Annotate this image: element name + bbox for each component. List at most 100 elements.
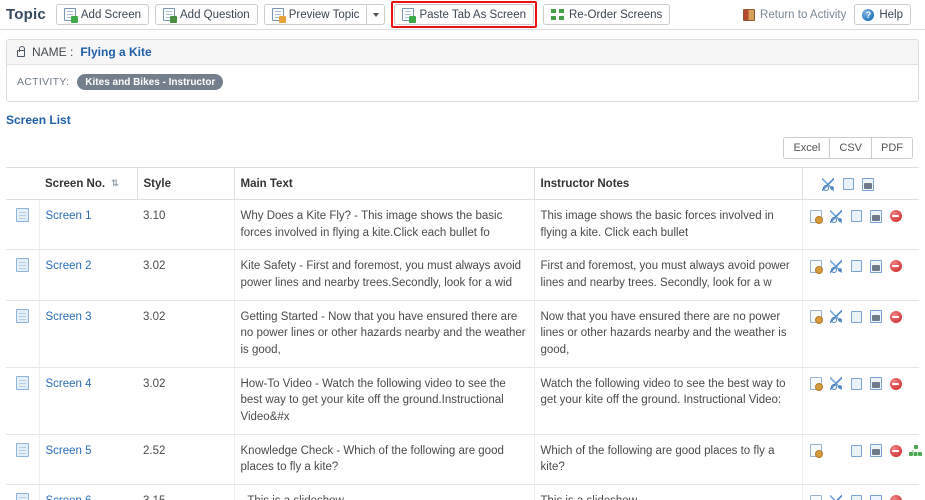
table-row: Screen 4 3.02 How-To Video - Watch the fol… bbox=[6, 366, 919, 435]
slot bbox=[909, 444, 923, 458]
screen-link[interactable]: Screen 2 bbox=[46, 260, 92, 272]
delete-icon[interactable] bbox=[889, 260, 902, 273]
row-page-icon-cell bbox=[6, 198, 40, 250]
slot bbox=[869, 444, 883, 458]
instructor-notes-cell: Watch the following video to see the bes… bbox=[534, 366, 803, 435]
preview-topic-label: Preview Topic bbox=[288, 8, 360, 21]
row-page-icon-cell bbox=[6, 484, 40, 500]
delete-icon[interactable] bbox=[889, 310, 902, 323]
cut-icon[interactable] bbox=[821, 177, 834, 191]
delete-icon[interactable] bbox=[889, 210, 902, 222]
cut-icon[interactable] bbox=[829, 310, 842, 324]
delete-icon[interactable] bbox=[889, 444, 902, 457]
page-title: Topic bbox=[6, 6, 46, 23]
paste-tab-as-screen-highlight: Paste Tab As Screen bbox=[391, 1, 537, 28]
paste-icon[interactable] bbox=[869, 494, 882, 500]
page-icon[interactable] bbox=[15, 308, 29, 323]
screen-link[interactable]: Screen 6 bbox=[46, 495, 92, 500]
add-screen-button[interactable]: Add Screen bbox=[55, 4, 149, 25]
table-row: Screen 3 3.02 Getting Started - Now that y… bbox=[6, 299, 919, 368]
export-excel-button[interactable]: Excel bbox=[783, 137, 830, 159]
header-bulk-actions bbox=[809, 176, 914, 191]
slot bbox=[821, 177, 835, 191]
preview-topic-group: Preview Topic bbox=[263, 4, 386, 25]
main-text-cell: Kite Safety - First and foremost, you mu… bbox=[234, 249, 535, 301]
add-question-button[interactable]: Add Question bbox=[155, 4, 258, 25]
slot bbox=[861, 177, 875, 191]
delete-icon[interactable] bbox=[889, 495, 902, 500]
column-header-style[interactable]: Style bbox=[137, 167, 235, 200]
book-icon bbox=[743, 8, 756, 21]
preview-icon[interactable] bbox=[809, 444, 823, 459]
slot bbox=[909, 377, 923, 391]
cut-icon[interactable] bbox=[829, 494, 842, 500]
cut-icon[interactable] bbox=[829, 259, 842, 273]
copy-icon[interactable] bbox=[849, 442, 862, 457]
paste-icon[interactable] bbox=[869, 259, 882, 273]
screen-no-cell: Screen 2 bbox=[39, 249, 137, 301]
screen-link[interactable]: Screen 4 bbox=[46, 378, 92, 390]
return-to-activity-link[interactable]: Return to Activity bbox=[743, 8, 846, 21]
paste-icon[interactable] bbox=[869, 377, 882, 391]
screen-list-head: Screen No. ⇅ Style Main Text Instructor N… bbox=[6, 167, 919, 200]
row-actions bbox=[809, 208, 914, 224]
help-button[interactable]: ? Help bbox=[854, 4, 911, 25]
paste-icon[interactable] bbox=[869, 209, 882, 223]
slot bbox=[841, 176, 855, 191]
preview-topic-button[interactable]: Preview Topic bbox=[263, 4, 368, 25]
delete-icon[interactable] bbox=[889, 377, 902, 390]
activity-label: ACTIVITY: bbox=[17, 76, 70, 88]
preview-icon[interactable] bbox=[809, 377, 823, 392]
instructor-notes-cell: First and foremost, you must always avoi… bbox=[534, 249, 803, 301]
copy-icon[interactable] bbox=[849, 308, 862, 323]
slot bbox=[809, 377, 823, 392]
screen-link[interactable]: Screen 3 bbox=[46, 311, 92, 323]
copy-icon[interactable] bbox=[841, 176, 854, 190]
slot bbox=[909, 209, 923, 223]
cut-icon[interactable] bbox=[829, 377, 842, 391]
re-order-screens-button[interactable]: Re-Order Screens bbox=[543, 4, 671, 25]
column-header-screen-no[interactable]: Screen No. ⇅ bbox=[39, 167, 138, 200]
sort-arrows-icon[interactable]: ⇅ bbox=[111, 178, 119, 188]
preview-icon[interactable] bbox=[809, 310, 823, 325]
screen-link[interactable]: Screen 1 bbox=[46, 210, 92, 222]
paste-icon[interactable] bbox=[869, 444, 882, 458]
copy-icon[interactable] bbox=[849, 493, 862, 500]
slot bbox=[809, 444, 823, 459]
main-text-cell: How-To Video - Watch the following video… bbox=[234, 366, 535, 435]
slot bbox=[849, 493, 863, 500]
table-row: Screen 2 3.02 Kite Safety - First and fore… bbox=[6, 249, 919, 301]
page-icon[interactable] bbox=[15, 493, 29, 500]
page-icon[interactable] bbox=[15, 375, 29, 390]
screen-no-cell: Screen 4 bbox=[39, 366, 137, 435]
row-page-icon-cell bbox=[6, 433, 40, 485]
page-icon[interactable] bbox=[15, 258, 29, 273]
paste-icon[interactable] bbox=[861, 177, 874, 191]
screen-link[interactable]: Screen 5 bbox=[46, 445, 92, 457]
cut-icon[interactable] bbox=[829, 209, 842, 223]
preview-icon[interactable] bbox=[809, 209, 823, 224]
slot bbox=[829, 377, 843, 391]
activity-badge: Kites and Bikes - Instructor bbox=[77, 74, 224, 90]
preview-icon[interactable] bbox=[809, 494, 822, 500]
export-csv-button[interactable]: CSV bbox=[829, 137, 871, 159]
copy-icon[interactable] bbox=[849, 208, 862, 222]
paste-tab-as-screen-button[interactable]: Paste Tab As Screen bbox=[394, 4, 534, 25]
export-pdf-button[interactable]: PDF bbox=[871, 137, 913, 159]
branch-icon[interactable] bbox=[909, 445, 922, 457]
preview-icon[interactable] bbox=[809, 259, 823, 274]
preview-topic-dropdown-toggle[interactable] bbox=[367, 4, 386, 25]
copy-icon[interactable] bbox=[849, 258, 862, 273]
document-add-icon bbox=[63, 8, 78, 23]
page-icon[interactable] bbox=[15, 208, 29, 222]
copy-icon[interactable] bbox=[849, 375, 862, 390]
slot bbox=[889, 209, 903, 223]
screen-list-table: Screen No. ⇅ Style Main Text Instructor N… bbox=[6, 167, 920, 500]
slot bbox=[869, 494, 883, 500]
page-icon[interactable] bbox=[15, 442, 29, 457]
paste-icon[interactable] bbox=[869, 310, 882, 324]
paste-document-icon bbox=[402, 8, 417, 23]
column-header-instructor-notes[interactable]: Instructor Notes bbox=[534, 167, 803, 200]
slot bbox=[829, 444, 843, 458]
column-header-main-text[interactable]: Main Text bbox=[234, 167, 535, 200]
